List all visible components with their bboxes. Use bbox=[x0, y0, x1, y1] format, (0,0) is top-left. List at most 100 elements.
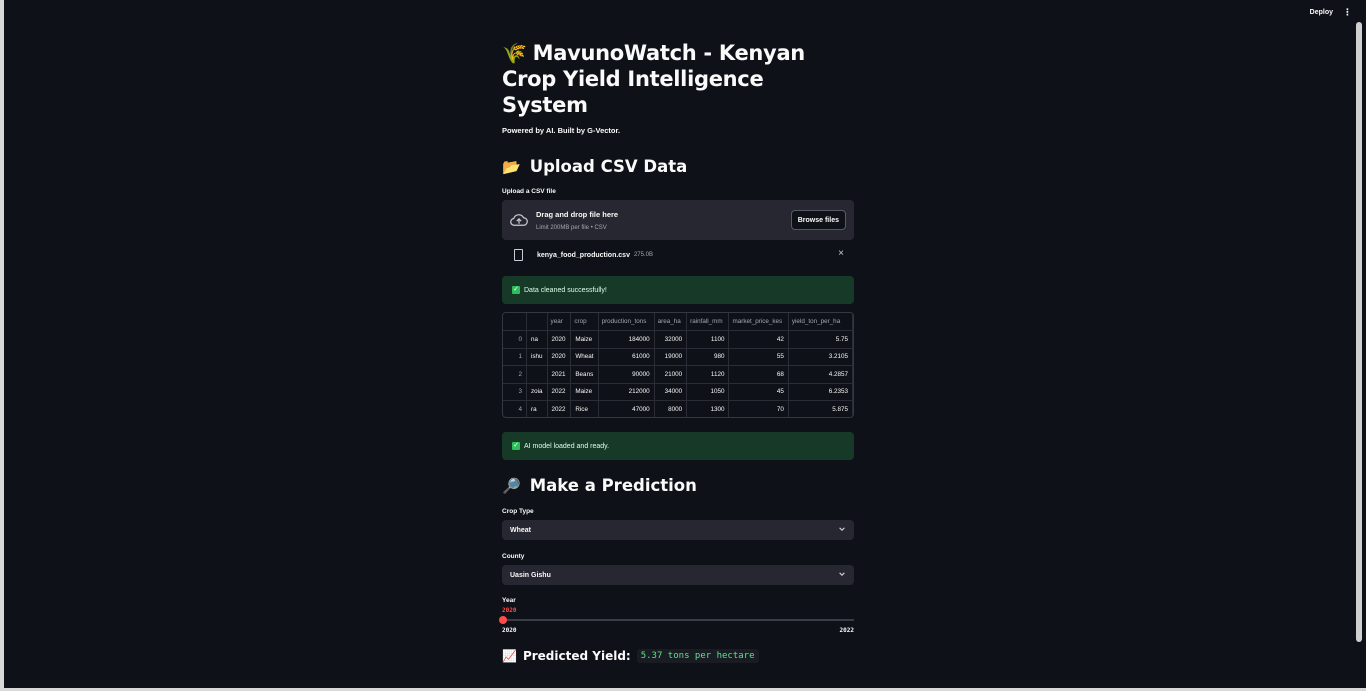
table-cell: Rice bbox=[570, 400, 599, 417]
table-cell: 2021 bbox=[547, 365, 572, 384]
column-header[interactable]: market_price_kes bbox=[728, 313, 789, 331]
table-cell: Maize bbox=[570, 330, 599, 349]
alert-cleaned-text: Data cleaned successfully! bbox=[524, 286, 607, 294]
upload-heading-text: Upload CSV Data bbox=[529, 157, 688, 176]
table-cell: 70 bbox=[728, 400, 789, 417]
table-cell: 184000 bbox=[598, 330, 655, 349]
table-cell: 1100 bbox=[686, 330, 730, 349]
cloud-upload-icon bbox=[510, 214, 528, 226]
data-table-grid: year crop production_tons area_ha rainfa… bbox=[503, 313, 853, 417]
column-header[interactable]: year bbox=[547, 313, 572, 331]
table-cell: 2 bbox=[503, 365, 527, 384]
page-caption: Powered by AI. Built by G-Vector. bbox=[502, 126, 621, 135]
page-scrollbar[interactable] bbox=[1356, 22, 1362, 642]
table-cell: 0 bbox=[503, 330, 527, 349]
data-table[interactable]: year crop production_tons area_ha rainfa… bbox=[502, 312, 854, 418]
prediction-label: Predicted Yield: bbox=[522, 649, 631, 663]
year-slider-track[interactable] bbox=[499, 616, 854, 624]
table-cell: 55 bbox=[728, 348, 789, 366]
upload-heading: 📂 Upload CSV Data bbox=[502, 157, 854, 176]
uploaded-file-name: kenya_food_production.csv bbox=[537, 251, 630, 259]
table-cell: 4 bbox=[503, 400, 527, 417]
crop-type-value: Wheat bbox=[510, 526, 531, 534]
check-icon: ✓ bbox=[512, 286, 520, 294]
county-value: Uasin Gishu bbox=[510, 571, 551, 579]
chevron-down-icon bbox=[839, 527, 845, 531]
table-cell: 1300 bbox=[686, 400, 730, 417]
year-slider-min: 2020 bbox=[502, 627, 517, 634]
table-cell: 34000 bbox=[654, 383, 688, 401]
crop-type-label: Crop Type bbox=[502, 508, 534, 515]
table-row[interactable]: 1 ishu 2020 Wheat 61000 19000 980 55 3.2105 bbox=[503, 348, 853, 366]
column-header[interactable] bbox=[526, 313, 548, 331]
table-cell: ra bbox=[526, 400, 548, 417]
table-cell: 3.2105 bbox=[788, 348, 853, 366]
chevron-down-icon bbox=[839, 572, 845, 576]
table-row[interactable]: 2 2021 Beans 90000 21000 1120 68 4.2857 bbox=[503, 365, 853, 384]
table-cell: 980 bbox=[686, 348, 730, 366]
table-cell: ishu bbox=[526, 348, 548, 366]
browse-files-button[interactable]: Browse files bbox=[790, 210, 846, 230]
main-menu-icon[interactable]: ⋮ bbox=[1343, 7, 1352, 18]
table-cell: 1120 bbox=[686, 365, 730, 384]
county-select[interactable]: Uasin Gishu bbox=[502, 565, 854, 585]
table-cell: Maize bbox=[570, 383, 599, 401]
prediction-value: 5.37 tons per hectare bbox=[636, 649, 759, 663]
table-cell: na bbox=[526, 330, 548, 349]
dropzone-title: Drag and drop file here bbox=[536, 209, 619, 219]
prediction-heading: 🔎 Make a Prediction bbox=[502, 476, 854, 495]
table-cell: 2022 bbox=[547, 383, 572, 401]
table-cell: 5.875 bbox=[788, 400, 853, 417]
year-slider-thumb[interactable] bbox=[499, 616, 507, 624]
file-icon bbox=[514, 249, 523, 261]
year-slider-value: 2020 bbox=[502, 607, 517, 614]
table-cell: 19000 bbox=[654, 348, 688, 366]
column-header[interactable]: rainfall_mm bbox=[686, 313, 730, 331]
page-title-text: MavunoWatch - Kenyan Crop Yield Intellig… bbox=[502, 41, 805, 117]
table-cell: 3 bbox=[503, 383, 527, 401]
table-cell: 2020 bbox=[547, 330, 572, 349]
file-dropzone[interactable]: Drag and drop file here Limit 200MB per … bbox=[502, 200, 854, 240]
table-header-row: year crop production_tons area_ha rainfa… bbox=[503, 313, 853, 331]
column-header[interactable]: crop bbox=[570, 313, 599, 331]
column-header[interactable]: area_ha bbox=[654, 313, 688, 331]
column-header[interactable] bbox=[503, 313, 527, 331]
table-cell: 1 bbox=[503, 348, 527, 366]
table-cell: 5.75 bbox=[788, 330, 853, 349]
chart-up-icon: 📈 bbox=[502, 649, 517, 663]
prediction-result: 📈 Predicted Yield: 5.37 tons per hectare bbox=[502, 649, 854, 663]
table-cell: 212000 bbox=[598, 383, 655, 401]
table-cell: 21000 bbox=[654, 365, 688, 384]
dropzone-text: Drag and drop file here Limit 200MB per … bbox=[536, 210, 618, 231]
dropzone-limit: Limit 200MB per file • CSV bbox=[536, 224, 607, 231]
table-cell: Wheat bbox=[570, 348, 599, 366]
table-cell: 2022 bbox=[547, 400, 572, 417]
upload-label: Upload a CSV file bbox=[502, 188, 556, 195]
table-cell: 90000 bbox=[598, 365, 655, 384]
table-cell: 2020 bbox=[547, 348, 572, 366]
check-icon: ✓ bbox=[512, 442, 520, 450]
success-alert-cleaned: ✓ Data cleaned successfully! bbox=[502, 276, 854, 304]
table-cell: 4.2857 bbox=[788, 365, 853, 384]
page-title: 🌾 MavunoWatch - Kenyan Crop Yield Intelli… bbox=[502, 40, 854, 118]
main-content: 🌾 MavunoWatch - Kenyan Crop Yield Intelli… bbox=[499, 40, 854, 663]
alert-model-text: AI model loaded and ready. bbox=[524, 442, 610, 450]
year-label: Year bbox=[502, 597, 516, 604]
table-cell: 47000 bbox=[598, 400, 655, 417]
column-header[interactable]: production_tons bbox=[598, 313, 655, 331]
table-cell: 32000 bbox=[654, 330, 688, 349]
prediction-heading-text: Make a Prediction bbox=[529, 476, 697, 495]
table-cell: 6.2353 bbox=[788, 383, 853, 401]
table-cell: 68 bbox=[728, 365, 789, 384]
uploaded-file-size: 275.0B bbox=[633, 252, 653, 258]
table-row[interactable]: 3 zoia 2022 Maize 212000 34000 1050 45 6.2353 bbox=[503, 383, 853, 401]
column-header[interactable]: yield_ton_per_ha bbox=[788, 313, 853, 331]
table-row[interactable]: 0 na 2020 Maize 184000 32000 1100 42 5.75 bbox=[503, 330, 853, 349]
folder-icon: 📂 bbox=[502, 157, 521, 176]
wheat-icon: 🌾 bbox=[502, 41, 527, 65]
table-row[interactable]: 4 ra 2022 Rice 47000 8000 1300 70 5.875 bbox=[503, 400, 853, 417]
window-left-edge bbox=[0, 0, 4, 691]
crop-type-select[interactable]: Wheat bbox=[502, 520, 854, 540]
remove-file-icon[interactable]: × bbox=[838, 248, 844, 259]
deploy-button[interactable]: Deploy bbox=[1310, 9, 1333, 16]
